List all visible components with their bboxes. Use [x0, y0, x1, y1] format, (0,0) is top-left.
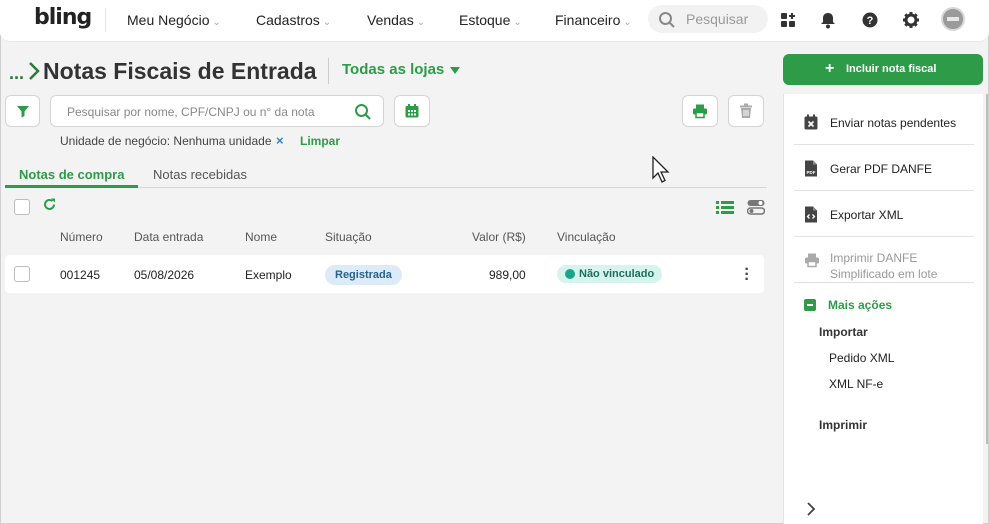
top-navigation-bar: bling Meu Negócio ⌄ Cadastros ⌄ Vendas ⌄ Es…: [0, 0, 989, 42]
pdf-file-icon: PDF: [805, 160, 817, 177]
nav-financeiro[interactable]: Financeiro ⌄: [555, 12, 632, 28]
import-heading: Importar: [819, 325, 868, 339]
chevron-down-icon: ⌄: [212, 17, 221, 28]
breadcrumb[interactable]: ...: [9, 63, 24, 84]
plus-icon: +: [825, 60, 835, 77]
row-checkbox[interactable]: [14, 266, 30, 282]
search-input[interactable]: Pesquisar por nome, CPF/CNPJ ou n° da no…: [50, 95, 384, 127]
calendar-x-icon: [804, 114, 818, 130]
nav-label: Cadastros: [256, 12, 320, 28]
active-tab-indicator: [5, 185, 138, 188]
nav-label: Estoque: [459, 12, 511, 28]
nav-vendas[interactable]: Vendas ⌄: [367, 12, 425, 28]
list-view-icon[interactable]: [716, 199, 734, 215]
delete-button[interactable]: [728, 95, 764, 127]
trash-icon: [740, 103, 752, 118]
caret-down-icon: [450, 66, 461, 74]
chevron-down-icon: ⌄: [322, 17, 332, 28]
refresh-icon[interactable]: [42, 197, 57, 212]
chevron-down-icon: ⌄: [623, 17, 632, 28]
side-item-label-line1: Imprimir DANFE: [830, 251, 918, 265]
cell-nome: Exemplo: [245, 268, 292, 282]
printer-icon: [805, 253, 819, 268]
page-title: Notas Fiscais de Entrada: [43, 58, 317, 84]
filter-icon: [16, 106, 29, 118]
import-xml-nfe-item[interactable]: XML NF-e: [829, 377, 883, 391]
svg-text:PDF: PDF: [807, 170, 816, 175]
side-item-label: Enviar notas pendentes: [830, 116, 957, 130]
collapse-icon: [804, 299, 816, 311]
column-header-data-entrada[interactable]: Data entrada: [134, 230, 203, 244]
actions-panel: Enviar notas pendentes PDF Gerar PDF DAN…: [783, 94, 983, 524]
cell-data-entrada: 05/08/2026: [134, 268, 195, 282]
global-search[interactable]: Pesquisar: [648, 5, 768, 33]
add-invoice-button[interactable]: + Incluir nota fiscal: [783, 54, 983, 85]
date-filter-button[interactable]: [394, 95, 430, 127]
search-icon: [659, 12, 675, 28]
calendar-icon: [405, 104, 419, 118]
code-file-icon: [805, 206, 817, 223]
divider: [794, 144, 974, 145]
status-badge: Registrada: [325, 265, 402, 285]
column-header-numero[interactable]: Número: [60, 230, 103, 244]
chevron-right-icon: [29, 62, 40, 80]
add-invoice-label: Incluir nota fiscal: [846, 63, 937, 75]
chevron-right-icon[interactable]: [806, 502, 816, 516]
side-item-label: Exportar XML: [830, 208, 904, 222]
help-icon[interactable]: ?: [860, 10, 880, 30]
search-placeholder: Pesquisar por nome, CPF/CNPJ ou n° da no…: [67, 105, 315, 119]
print-button[interactable]: [682, 95, 718, 127]
tab-notas-de-compra[interactable]: Notas de compra: [19, 167, 124, 182]
row-actions-icon[interactable]: · · ·: [744, 262, 750, 288]
business-unit-filter: Unidade de negócio: Nenhuma unidade: [60, 134, 272, 148]
title-divider: [328, 58, 329, 84]
apps-icon[interactable]: [778, 10, 798, 30]
store-select[interactable]: Todas as lojas: [342, 61, 461, 78]
chevron-down-icon: ⌄: [416, 17, 426, 28]
divider: [794, 282, 974, 283]
nav-label: Vendas: [367, 12, 414, 28]
nav-label: Financeiro: [555, 12, 621, 28]
nav-cadastros[interactable]: Cadastros ⌄: [256, 12, 331, 28]
column-header-situacao[interactable]: Situação: [325, 230, 372, 244]
column-header-vinculacao[interactable]: Vinculação: [557, 230, 616, 244]
bell-icon[interactable]: [818, 10, 838, 30]
select-all-checkbox[interactable]: [14, 199, 30, 215]
nav-estoque[interactable]: Estoque ⌄: [459, 12, 522, 28]
remove-filter-icon[interactable]: ×: [276, 133, 284, 148]
printer-icon: [693, 104, 707, 119]
clear-filters-link[interactable]: Limpar: [300, 134, 340, 148]
avatar[interactable]: [941, 7, 965, 31]
link-status-badge: Não vinculado: [557, 265, 663, 283]
search-placeholder: Pesquisar: [686, 11, 749, 27]
column-header-nome[interactable]: Nome: [245, 230, 277, 244]
cell-valor: 989,00: [489, 268, 526, 282]
print-heading: Imprimir: [819, 418, 868, 432]
side-item-label: Imprimir DANFE Simplificado em lote: [830, 250, 937, 282]
filter-button[interactable]: [5, 95, 40, 127]
import-pedido-xml-item[interactable]: Pedido XML: [829, 351, 894, 365]
gear-icon[interactable]: [901, 10, 921, 30]
nav-label: Meu Negócio: [127, 12, 210, 28]
bling-logo[interactable]: bling: [34, 5, 92, 30]
chevron-down-icon: ⌄: [513, 17, 522, 28]
tab-notas-recebidas[interactable]: Notas recebidas: [153, 167, 247, 182]
nav-meu-negocio[interactable]: Meu Negócio ⌄: [127, 12, 221, 28]
divider: [794, 236, 974, 237]
side-item-label: Gerar PDF DANFE: [830, 162, 933, 176]
divider: [794, 190, 974, 191]
more-actions-label: Mais ações: [828, 298, 893, 312]
mouse-cursor-icon: [652, 156, 670, 183]
cell-numero: 001245: [60, 268, 101, 282]
side-item-label-line2: Simplificado em lote: [830, 267, 938, 281]
store-select-label: Todas as lojas: [342, 61, 445, 78]
svg-text:?: ?: [867, 15, 874, 27]
panel-scrollbar[interactable]: [986, 94, 988, 444]
column-header-valor[interactable]: Valor (R$): [472, 230, 526, 244]
nav-divider: [105, 8, 106, 32]
toggle-columns-icon[interactable]: [747, 199, 765, 215]
search-icon[interactable]: [354, 103, 372, 121]
